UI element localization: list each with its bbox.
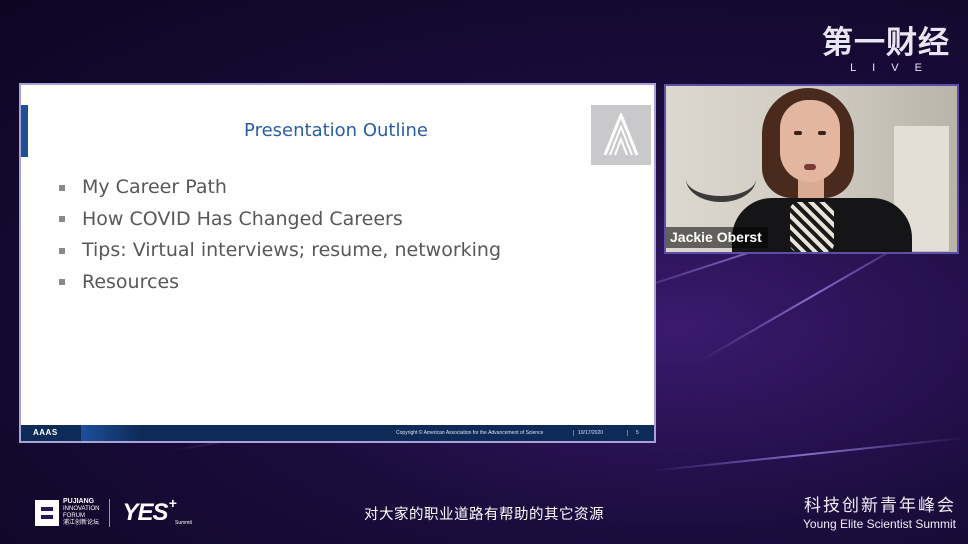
summit-logo-chinese: 科技创新青年峰会 xyxy=(804,496,956,516)
speaker-scarf xyxy=(790,202,834,252)
bullet-square-icon xyxy=(59,184,65,191)
footer-gradient xyxy=(81,425,141,441)
slide-bullet: Tips: Virtual interviews; resume, networ… xyxy=(59,235,501,267)
bullet-text: Tips: Virtual interviews; resume, networ… xyxy=(82,239,502,261)
bullet-square-icon xyxy=(59,279,65,286)
speaker-eye xyxy=(794,131,802,135)
summit-logo-english: Young Elite Scientist Summit xyxy=(803,517,956,531)
slide-bullet: Resources xyxy=(59,267,501,299)
bullet-text: Resources xyxy=(82,270,180,293)
summit-logo: 科技创新青年峰会 Young Elite Scientist Summit xyxy=(803,496,956,531)
slide-footer: AAAS Copyright © American Association fo… xyxy=(21,425,654,441)
speaker-mouth xyxy=(804,164,816,170)
footer-date: 10/17/2020 xyxy=(573,430,624,436)
background-streak xyxy=(649,436,968,472)
footer-aaas-logo: AAAS xyxy=(33,428,58,437)
bullet-text: How COVID Has Changed Careers xyxy=(82,207,403,230)
speaker-name-tag: Jackie Oberst xyxy=(666,227,768,248)
broadcaster-logo-text: 第一财经 xyxy=(822,25,950,61)
slide-title: Presentation Outline xyxy=(244,120,428,141)
background-lamp xyxy=(686,156,756,202)
bullet-square-icon xyxy=(59,247,65,254)
broadcaster-live-text: LIVE xyxy=(850,62,938,74)
slide-bullet: How COVID Has Changed Careers xyxy=(59,204,501,236)
slide-bullet-list: My Career Path How COVID Has Changed Car… xyxy=(59,172,501,298)
slide-bullet: My Career Path xyxy=(59,172,501,204)
footer-page-number: 5 xyxy=(627,430,639,436)
bullet-text: My Career Path xyxy=(82,176,227,198)
presentation-slide: Presentation Outline My Career Path How … xyxy=(19,83,656,443)
speaker-eye xyxy=(818,131,826,135)
bullet-square-icon xyxy=(59,216,65,223)
footer-copyright: Copyright © American Association for the… xyxy=(396,430,544,436)
broadcaster-logo: 第一财经 LIVE xyxy=(822,26,950,74)
speaker-video: Jackie Oberst xyxy=(664,84,959,254)
